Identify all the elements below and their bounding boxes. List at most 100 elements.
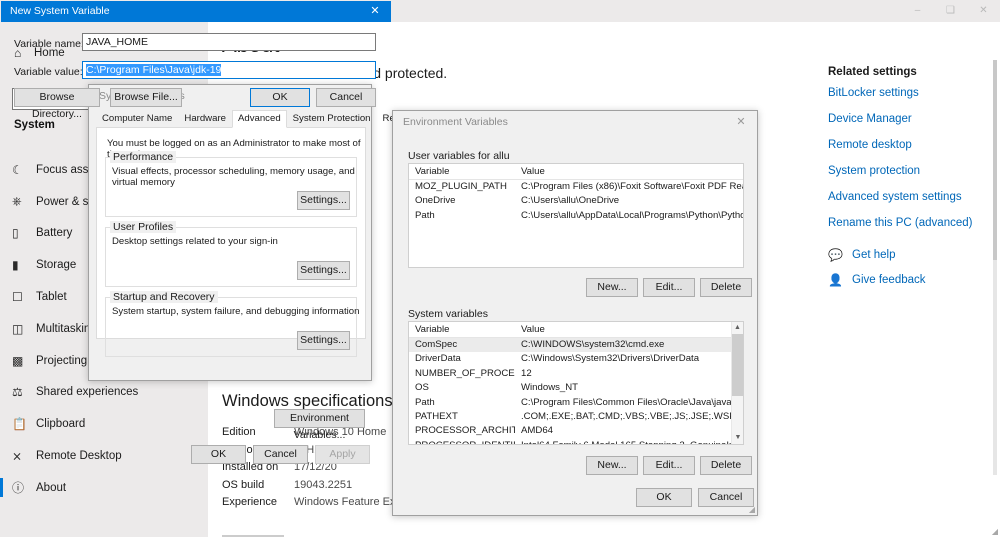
variable-name-label: Variable name: (14, 38, 84, 50)
table-row[interactable]: OS Windows_NT (409, 381, 743, 395)
close-button[interactable]: ✕ (967, 0, 1000, 22)
variable-value-input[interactable]: C:\Program Files\Java\jdk-19 (82, 61, 376, 79)
system-new-button[interactable]: New... (586, 456, 638, 475)
user-profiles-settings-button[interactable]: Settings... (297, 261, 350, 280)
system-properties-apply-button: Apply (315, 445, 370, 464)
resize-grip[interactable]: ◢ (749, 505, 755, 514)
grid-header: Variable Value (409, 322, 743, 338)
user-profiles-description: Desktop settings related to your sign-in (112, 236, 278, 247)
performance-settings-button[interactable]: Settings... (297, 191, 350, 210)
advanced-tab-panel: You must be logged on as an Administrato… (96, 127, 366, 357)
get-help-label: Get help (852, 248, 896, 261)
startup-recovery-settings-button[interactable]: Settings... (297, 331, 350, 350)
cell-value: C:\Program Files (x86)\Foxit Software\Fo… (521, 181, 743, 192)
variable-name-input[interactable]: JAVA_HOME (82, 33, 376, 51)
get-help-icon: 💬 (828, 247, 843, 262)
cell-variable: PATHEXT (415, 410, 458, 422)
link-advanced-system-settings[interactable]: Advanced system settings (828, 191, 1000, 203)
link-bitlocker-settings[interactable]: BitLocker settings (828, 87, 1000, 99)
help-block: 💬 Get help 👤 Give feedback (828, 244, 1000, 294)
sidebar-item-about[interactable]: ⓘ About (0, 472, 208, 504)
resize-grip[interactable]: ◢ (992, 527, 998, 536)
get-help-row[interactable]: 💬 Get help (828, 244, 1000, 265)
maximize-button[interactable]: ❑ (934, 0, 967, 22)
environment-variables-title-bar: Environment Variables ✕ (393, 111, 757, 135)
sidebar-item-clipboard[interactable]: 📋 Clipboard (0, 408, 208, 440)
link-system-protection[interactable]: System protection (828, 165, 1000, 177)
system-properties-tabs: Computer Name Hardware Advanced System P… (96, 110, 416, 128)
tablet-icon: ☐ (12, 290, 23, 305)
scroll-up-icon[interactable]: ▲ (732, 322, 743, 334)
environment-variables-ok-button[interactable]: OK (636, 488, 692, 507)
screen: ← Settings – ❑ ✕ ⌂ Home 🔍 System ☾ (0, 0, 1000, 537)
tab-advanced[interactable]: Advanced (231, 110, 287, 128)
user-delete-button[interactable]: Delete (700, 278, 752, 297)
user-new-button[interactable]: New... (586, 278, 638, 297)
cell-value: C:\Users\allu\AppData\Local\Programs\Pyt… (521, 209, 743, 221)
user-profiles-legend: User Profiles (110, 221, 177, 233)
sidebar-item-remote-desktop[interactable]: ⨯ Remote Desktop (0, 440, 208, 472)
user-edit-button[interactable]: Edit... (643, 278, 695, 297)
table-row[interactable]: PROCESSOR_IDENTIFIER Intel64 Family 6 Mo… (409, 439, 743, 444)
link-device-manager[interactable]: Device Manager (828, 113, 1000, 125)
close-icon[interactable]: ✕ (729, 113, 753, 131)
scrollbar-thumb[interactable] (732, 334, 743, 396)
system-properties-ok-button[interactable]: OK (191, 445, 246, 464)
new-variable-cancel-button[interactable]: Cancel (316, 88, 376, 107)
environment-variables-cancel-button[interactable]: Cancel (698, 488, 754, 507)
column-header-variable[interactable]: Variable (409, 164, 515, 179)
page-scrollbar-thumb[interactable] (993, 60, 997, 260)
sidebar-item-label: Remote Desktop (36, 450, 122, 463)
table-row[interactable]: PROCESSOR_ARCHITECTU... AMD64 (409, 424, 743, 438)
table-row[interactable]: DriverData C:\Windows\System32\Drivers\D… (409, 352, 743, 366)
system-delete-button[interactable]: Delete (700, 456, 752, 475)
sidebar-item-label: Shared experiences (36, 386, 139, 399)
table-row[interactable]: Path C:\Users\allu\AppData\Local\Program… (409, 209, 743, 223)
table-row[interactable]: NUMBER_OF_PROCESSORS 12 (409, 367, 743, 381)
minimize-button[interactable]: – (901, 0, 934, 22)
tab-system-protection[interactable]: System Protection (287, 110, 377, 128)
table-row[interactable]: ComSpec C:\WINDOWS\system32\cmd.exe (409, 338, 743, 353)
column-header-value[interactable]: Value (515, 322, 743, 337)
table-row[interactable]: MOZ_PLUGIN_PATH C:\Program Files (x86)\F… (409, 180, 743, 194)
system-variables-scrollbar[interactable]: ▲ ▼ (731, 322, 743, 444)
system-properties-cancel-button[interactable]: Cancel (253, 445, 308, 464)
cell-value: C:\WINDOWS\system32\cmd.exe (521, 339, 665, 350)
projecting-icon: ▩ (12, 353, 24, 368)
cell-value: Intel64 Family 6 Model 165 Stepping 2, G… (515, 439, 743, 444)
system-edit-button[interactable]: Edit... (643, 456, 695, 475)
new-variable-ok-button[interactable]: OK (250, 88, 310, 107)
column-header-variable[interactable]: Variable (409, 322, 515, 337)
link-remote-desktop[interactable]: Remote desktop (828, 139, 1000, 151)
scroll-down-icon[interactable]: ▼ (732, 432, 743, 444)
link-rename-this-pc[interactable]: Rename this PC (advanced) (828, 217, 1000, 229)
variable-value-label: Variable value: (14, 66, 83, 78)
table-row[interactable]: OneDrive C:\Users\allu\OneDrive (409, 194, 743, 208)
shared-experiences-icon: ⚖ (12, 385, 23, 400)
browse-directory-button[interactable]: Browse Directory... (14, 88, 100, 120)
column-header-value[interactable]: Value (515, 164, 743, 179)
user-variables-grid[interactable]: Variable Value MOZ_PLUGIN_PATH C:\Progra… (408, 163, 744, 268)
environment-variables-title: Environment Variables (403, 116, 508, 128)
browse-file-button[interactable]: Browse File... (110, 88, 182, 107)
sidebar-item-shared-experiences[interactable]: ⚖ Shared experiences (0, 377, 208, 409)
grid-header: Variable Value (409, 164, 743, 180)
give-feedback-row[interactable]: 👤 Give feedback (828, 269, 1000, 290)
table-row[interactable]: Path C:\Program Files\Common Files\Oracl… (409, 396, 743, 410)
spec-key: Experience (222, 496, 278, 508)
environment-variables-button[interactable]: Environment Variables... (274, 409, 365, 441)
system-variables-grid[interactable]: Variable Value ComSpec C:\WINDOWS\system… (408, 321, 744, 445)
cell-value: 12 (521, 367, 532, 379)
moon-icon: ☾ (12, 162, 23, 177)
cell-variable: PROCESSOR_ARCHITECTU... (415, 425, 515, 437)
cell-variable: Path (415, 396, 435, 408)
clipboard-icon: 📋 (12, 417, 27, 432)
variable-value-value: C:\Program Files\Java\jdk-19 (86, 64, 222, 76)
spec-key: OS build (222, 478, 265, 491)
battery-icon: ▯ (12, 226, 19, 241)
table-row[interactable]: PATHEXT .COM;.EXE;.BAT;.CMD;.VBS;.VBE;.J… (409, 410, 743, 424)
tab-computer-name[interactable]: Computer Name (96, 110, 178, 128)
close-icon[interactable]: ✕ (362, 3, 388, 20)
tab-hardware[interactable]: Hardware (178, 110, 232, 128)
sidebar-item-label: Clipboard (36, 418, 86, 431)
